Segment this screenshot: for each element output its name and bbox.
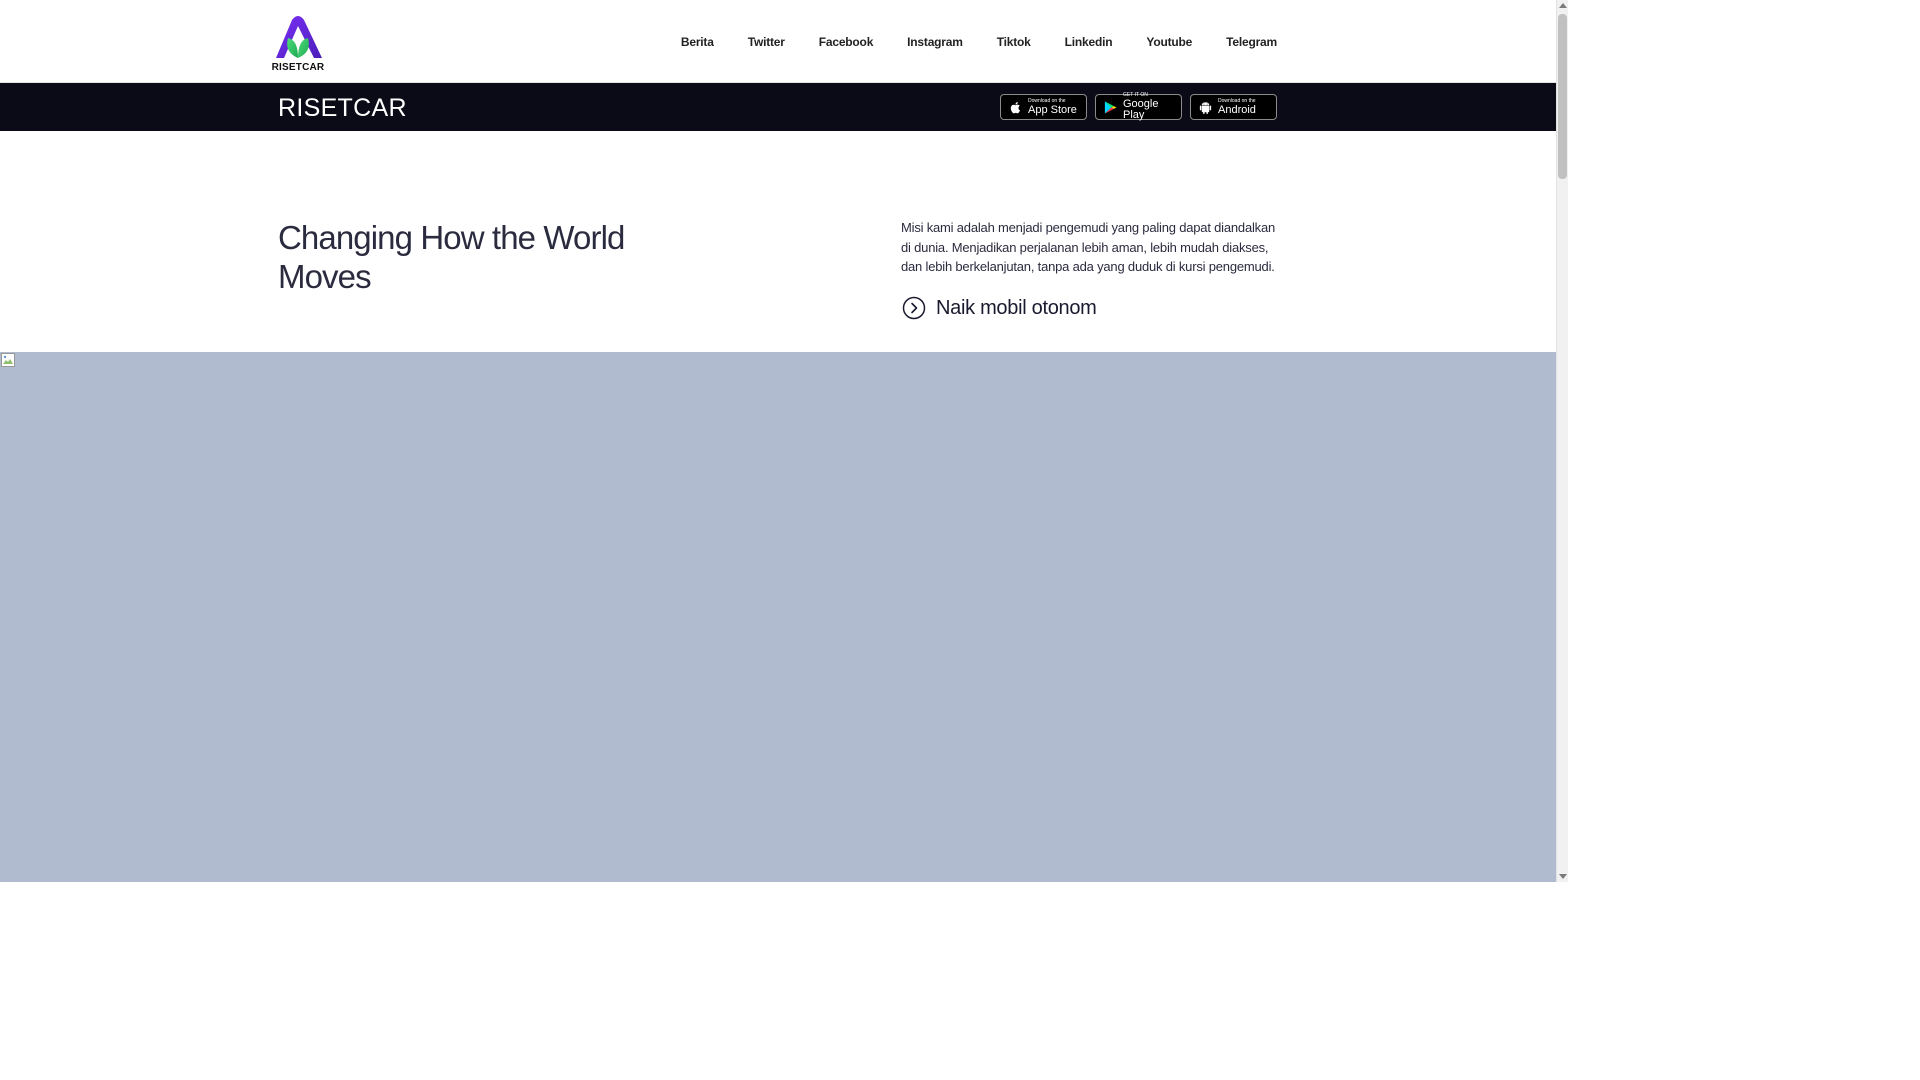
vertical-scrollbar[interactable] [1556,0,1568,882]
nav-telegram[interactable]: Telegram [1226,35,1277,49]
logo-icon [276,16,322,58]
nav-youtube[interactable]: Youtube [1146,35,1192,49]
app-download-band: RISETCAR Download on the App Store GET I… [0,83,1556,131]
ride-autonomous-link[interactable]: Naik mobil otonom [902,296,1097,320]
band-title: RISETCAR [278,94,407,122]
google-play-label: Google Play [1123,98,1159,121]
scroll-thumb[interactable] [1558,14,1567,179]
logo[interactable]: RISETCAR [270,14,326,74]
android-icon [1199,101,1212,114]
hero-description: Misi kami adalah menjadi pengemudi yang … [901,220,1276,275]
app-store-button[interactable]: Download on the App Store [1000,94,1087,120]
google-play-button[interactable]: GET IT ON Google Play [1095,93,1182,121]
android-label: Android [1218,103,1256,116]
top-header: RISETCAR Berita Twitter Facebook Instagr… [0,0,1556,83]
apple-icon [1010,101,1020,113]
page: RISETCAR Berita Twitter Facebook Instagr… [0,0,1556,882]
scroll-up-arrow[interactable] [1559,3,1567,8]
android-small-text: Download on the [1218,97,1256,104]
main-nav: Berita Twitter Facebook Instagram Tiktok… [647,0,1277,83]
nav-berita[interactable]: Berita [681,35,714,49]
nav-facebook[interactable]: Facebook [819,35,874,49]
nav-tiktok[interactable]: Tiktok [997,35,1031,49]
logo-text: RISETCAR [271,62,325,73]
ride-autonomous-label: Naik mobil otonom [936,296,1097,319]
nav-instagram[interactable]: Instagram [907,35,963,49]
hero-image [0,352,1556,882]
nav-linkedin[interactable]: Linkedin [1065,35,1113,49]
scroll-down-arrow[interactable] [1559,874,1567,879]
android-download-button[interactable]: Download on the Android [1190,94,1277,120]
nav-twitter[interactable]: Twitter [748,35,785,49]
app-store-label: App Store [1028,103,1077,116]
broken-image-icon [1,353,15,367]
hero-title: Changing How the World Moves [278,219,625,295]
google-play-icon [1104,100,1117,114]
app-store-small-text: Download on the [1028,97,1066,104]
chevron-circle-right-icon [902,296,926,320]
